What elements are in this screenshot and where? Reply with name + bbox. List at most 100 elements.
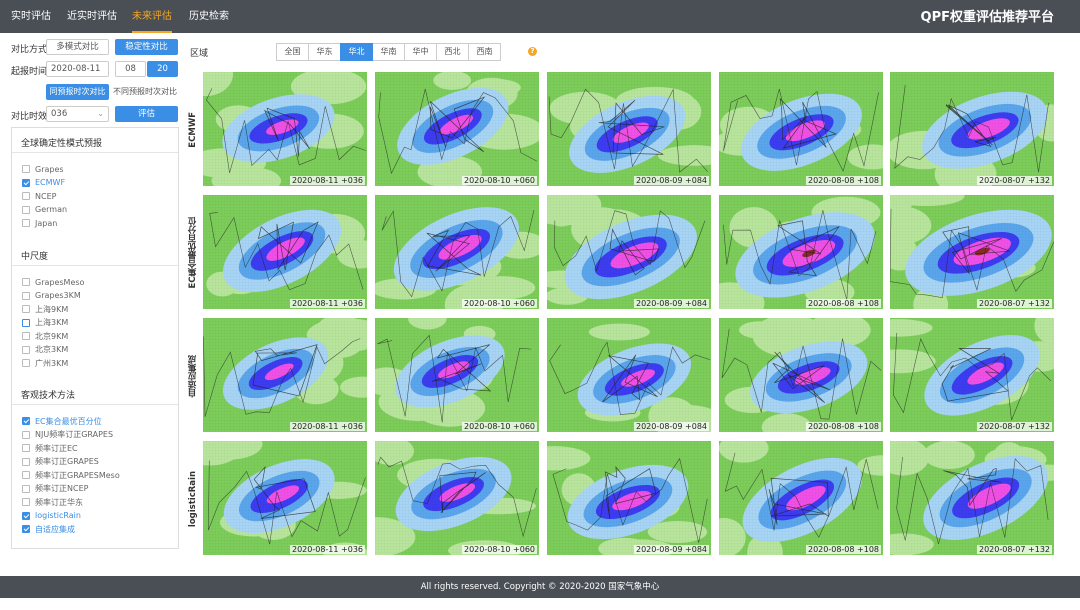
checkbox-icon[interactable] <box>22 444 30 452</box>
precip-map[interactable]: 2020-08-07 +132 <box>890 72 1054 186</box>
checkbox-icon[interactable] <box>22 291 30 300</box>
multi-model-button[interactable]: 多模式对比 <box>46 39 109 55</box>
checkbox-item[interactable]: EC集合最优百分位 <box>22 415 102 427</box>
checkbox-checked-icon[interactable] <box>22 417 30 425</box>
help-icon[interactable]: ? <box>528 47 537 56</box>
checkbox-label: 频率订正GRAPES <box>35 457 99 466</box>
checkbox-item[interactable]: 北京9KM <box>22 330 68 342</box>
map-caption: 2020-08-07 +132 <box>976 545 1052 554</box>
checkbox-icon[interactable] <box>22 205 30 214</box>
checkbox-item[interactable]: 上海3KM <box>22 317 68 329</box>
checkbox-item[interactable]: Grapes <box>22 163 64 175</box>
checkbox-icon[interactable] <box>22 430 30 439</box>
lead-time-select[interactable]: 036 ⌄ <box>46 106 109 122</box>
checkbox-icon[interactable] <box>22 484 30 493</box>
checkbox-item[interactable]: 频率订正GRAPESMeso <box>22 469 120 481</box>
tab-history[interactable]: 历史检索 <box>189 0 229 33</box>
diff-valid-time-button[interactable]: 不同预报时次对比 <box>111 84 179 100</box>
precip-map[interactable]: 2020-08-08 +108 <box>719 441 883 555</box>
precip-map[interactable]: 2020-08-09 +084 <box>547 441 711 555</box>
precip-map[interactable]: 2020-08-11 +036 <box>203 441 367 555</box>
map-caption: 2020-08-09 +084 <box>633 422 709 431</box>
hour-08-button[interactable]: 08 <box>115 61 146 77</box>
checkbox-checked-icon[interactable] <box>22 525 30 533</box>
stability-button[interactable]: 稳定性对比 <box>115 39 178 55</box>
tab-future[interactable]: 未来评估 <box>132 0 172 33</box>
map-caption: 2020-08-10 +060 <box>461 422 537 431</box>
start-date-input[interactable]: 2020-08-11 <box>46 61 109 77</box>
meso-models-title: 中尺度 <box>21 252 49 262</box>
checkbox-icon[interactable] <box>22 332 30 340</box>
checkbox-item[interactable]: 上海9KM <box>22 303 68 315</box>
precip-map[interactable]: 2020-08-07 +132 <box>890 195 1054 309</box>
checkbox-item[interactable]: NCEP <box>22 190 56 202</box>
checkbox-icon[interactable] <box>22 345 30 354</box>
region-tab[interactable]: 全国 <box>276 43 309 61</box>
evaluate-button[interactable]: 评估 <box>115 106 178 122</box>
region-tab[interactable]: 西南 <box>468 43 501 61</box>
checkbox-checked-icon[interactable] <box>22 178 30 187</box>
region-tab[interactable]: 华东 <box>308 43 341 61</box>
map-caption: 2020-08-07 +132 <box>976 422 1052 431</box>
checkbox-icon[interactable] <box>22 305 30 313</box>
tab-near-realtime[interactable]: 近实时评估 <box>67 0 117 33</box>
checkbox-item[interactable]: logisticRain <box>22 510 81 522</box>
checkbox-icon[interactable] <box>22 318 30 327</box>
checkbox-icon[interactable] <box>22 165 30 173</box>
precip-map[interactable]: 2020-08-09 +084 <box>547 72 711 186</box>
region-tab[interactable]: 西北 <box>436 43 469 61</box>
precip-map[interactable]: 2020-08-11 +036 <box>203 72 367 186</box>
same-valid-time-button[interactable]: 同预报时次对比 <box>46 84 109 100</box>
row-label: 自适应集成 <box>184 318 202 434</box>
checkbox-icon[interactable] <box>22 471 30 479</box>
checkbox-item[interactable]: 频率订正NCEP <box>22 483 88 495</box>
checkbox-item[interactable]: 频率订正华东 <box>22 496 83 508</box>
checkbox-icon[interactable] <box>22 219 30 227</box>
map-caption: 2020-08-10 +060 <box>461 299 537 308</box>
checkbox-item[interactable]: GrapesMeso <box>22 276 84 288</box>
checkbox-icon[interactable] <box>22 359 30 367</box>
precip-map[interactable]: 2020-08-08 +108 <box>719 72 883 186</box>
region-tab[interactable]: 华北 <box>340 43 373 61</box>
precip-map[interactable]: 2020-08-09 +084 <box>547 318 711 432</box>
precip-map[interactable]: 2020-08-11 +036 <box>203 195 367 309</box>
precip-map[interactable]: 2020-08-08 +108 <box>719 318 883 432</box>
checkbox-item[interactable]: 广州3KM <box>22 357 68 369</box>
checkbox-label: NJU频率订正GRAPES <box>35 430 114 439</box>
checkbox-label: 北京3KM <box>35 345 69 354</box>
precip-map[interactable]: 2020-08-07 +132 <box>890 318 1054 432</box>
map-caption: 2020-08-10 +060 <box>461 545 537 554</box>
checkbox-label: 频率订正GRAPESMeso <box>35 470 120 480</box>
checkbox-item[interactable]: Japan <box>22 217 57 229</box>
precip-map[interactable]: 2020-08-10 +060 <box>375 72 539 186</box>
precip-map[interactable]: 2020-08-08 +108 <box>719 195 883 309</box>
checkbox-item[interactable]: ECMWF <box>22 177 65 189</box>
checkbox-item[interactable]: 北京3KM <box>22 344 68 356</box>
checkbox-label: 广州3KM <box>35 358 69 368</box>
precip-map[interactable]: 2020-08-10 +060 <box>375 195 539 309</box>
checkbox-icon[interactable] <box>22 498 30 506</box>
checkbox-item[interactable]: 频率订正GRAPES <box>22 456 99 468</box>
top-nav-bar: 实时评估 近实时评估 未来评估 历史检索 QPF权重评估推荐平台 <box>0 0 1080 33</box>
map-caption: 2020-08-10 +060 <box>461 176 537 185</box>
map-caption: 2020-08-11 +036 <box>289 176 365 185</box>
checkbox-label: EC集合最优百分位 <box>35 416 102 426</box>
checkbox-icon[interactable] <box>22 457 30 466</box>
precip-map[interactable]: 2020-08-10 +060 <box>375 441 539 555</box>
checkbox-item[interactable]: NJU频率订正GRAPES <box>22 429 113 441</box>
precip-map[interactable]: 2020-08-11 +036 <box>203 318 367 432</box>
checkbox-icon[interactable] <box>22 278 30 286</box>
checkbox-checked-icon[interactable] <box>22 511 30 520</box>
checkbox-item[interactable]: 频率订正EC <box>22 442 78 454</box>
checkbox-icon[interactable] <box>22 192 30 200</box>
precip-map[interactable]: 2020-08-09 +084 <box>547 195 711 309</box>
region-tab[interactable]: 华中 <box>404 43 437 61</box>
precip-map[interactable]: 2020-08-10 +060 <box>375 318 539 432</box>
checkbox-item[interactable]: 自适应集成 <box>22 523 75 535</box>
region-tab[interactable]: 华南 <box>372 43 405 61</box>
checkbox-item[interactable]: German <box>22 204 67 216</box>
tab-realtime[interactable]: 实时评估 <box>11 0 51 33</box>
checkbox-item[interactable]: Grapes3KM <box>22 290 81 302</box>
precip-map[interactable]: 2020-08-07 +132 <box>890 441 1054 555</box>
hour-20-button[interactable]: 20 <box>147 61 178 77</box>
